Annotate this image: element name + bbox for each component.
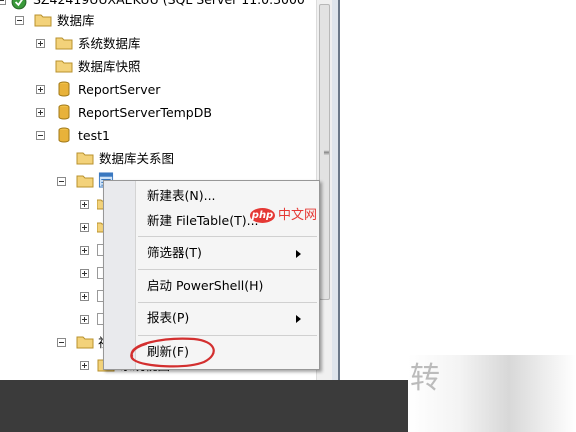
tree-node-child[interactable] bbox=[0, 264, 110, 284]
highlight-circle bbox=[130, 337, 215, 368]
grip-icon: ≡ bbox=[323, 148, 330, 157]
tree-node-child[interactable] bbox=[0, 195, 110, 215]
database-icon bbox=[58, 127, 70, 143]
tree-node-child[interactable] bbox=[0, 310, 110, 330]
menu-item-label: 筛选器(T) bbox=[147, 245, 202, 260]
submenu-arrow-icon bbox=[296, 250, 301, 258]
collapse-toggle[interactable] bbox=[15, 16, 24, 25]
tree-node-snapshots[interactable]: 数据库快照 bbox=[0, 57, 316, 77]
folder-icon bbox=[55, 60, 73, 73]
expand-toggle[interactable] bbox=[80, 246, 89, 255]
expand-toggle[interactable] bbox=[80, 315, 89, 324]
tree-node-reportservertempdb[interactable]: ReportServerTempDB bbox=[0, 103, 316, 123]
tree-node-system-databases[interactable]: 系统数据库 bbox=[0, 34, 316, 54]
node-label: 数据库快照 bbox=[78, 59, 141, 74]
expand-toggle[interactable] bbox=[36, 85, 45, 94]
expand-toggle[interactable] bbox=[80, 200, 89, 209]
expand-toggle[interactable] bbox=[36, 39, 45, 48]
database-icon bbox=[58, 104, 70, 120]
submenu-arrow-icon bbox=[296, 315, 301, 323]
expand-toggle[interactable] bbox=[80, 269, 89, 278]
tree-node-reportserver[interactable]: ReportServer bbox=[0, 80, 316, 100]
menu-item-new-table[interactable]: 新建表(N)... bbox=[147, 185, 315, 207]
tree-node-child[interactable] bbox=[0, 241, 110, 261]
scrollbar-thumb[interactable]: ≡ bbox=[319, 4, 330, 300]
node-label: ReportServer bbox=[78, 82, 161, 97]
watermark-logo: php bbox=[250, 208, 275, 223]
tree-node-diagrams[interactable]: 数据库关系图 bbox=[0, 149, 316, 169]
node-label: test1 bbox=[78, 128, 110, 143]
collapse-toggle[interactable] bbox=[57, 177, 66, 186]
menu-separator bbox=[138, 236, 317, 237]
server-icon bbox=[11, 0, 27, 10]
node-label: 数据库关系图 bbox=[99, 151, 175, 166]
expand-toggle[interactable] bbox=[80, 361, 89, 370]
tree-node-child[interactable] bbox=[0, 218, 110, 238]
collapse-toggle[interactable] bbox=[0, 0, 6, 5]
tree-node-databases[interactable]: 数据库 bbox=[0, 11, 316, 31]
node-label: ReportServerTempDB bbox=[78, 105, 212, 120]
folder-icon bbox=[55, 37, 73, 50]
menu-separator bbox=[138, 269, 317, 270]
tree-node-views[interactable]: 视 bbox=[0, 333, 120, 353]
expand-toggle[interactable] bbox=[36, 108, 45, 117]
tree-node-child[interactable] bbox=[0, 287, 110, 307]
menu-item-filter[interactable]: 筛选器(T) bbox=[147, 242, 315, 264]
collapse-toggle[interactable] bbox=[57, 338, 66, 347]
menu-item-reports[interactable]: 报表(P) bbox=[147, 307, 315, 329]
menu-item-label: 报表(P) bbox=[147, 310, 190, 325]
folder-icon bbox=[76, 336, 94, 349]
watermark-text: 中文网 bbox=[278, 208, 318, 223]
folder-icon bbox=[76, 152, 94, 165]
folder-icon bbox=[34, 14, 52, 27]
node-label: 数据库 bbox=[57, 13, 95, 28]
database-icon bbox=[58, 81, 70, 97]
server-label: SZ42419UUXAEKUU (SQL Server 11.0.3000 bbox=[33, 0, 305, 8]
bottom-bar bbox=[0, 380, 408, 432]
menu-separator bbox=[138, 302, 317, 303]
tree-node-test1[interactable]: test1 bbox=[0, 126, 316, 146]
blurred-text: 转 bbox=[410, 361, 440, 396]
node-label: 系统数据库 bbox=[78, 36, 141, 51]
folder-icon bbox=[76, 175, 94, 188]
expand-toggle[interactable] bbox=[80, 223, 89, 232]
menu-item-start-powershell[interactable]: 启动 PowerShell(H) bbox=[147, 275, 315, 297]
collapse-toggle[interactable] bbox=[36, 131, 45, 140]
expand-toggle[interactable] bbox=[80, 292, 89, 301]
pane-splitter[interactable] bbox=[332, 0, 340, 380]
